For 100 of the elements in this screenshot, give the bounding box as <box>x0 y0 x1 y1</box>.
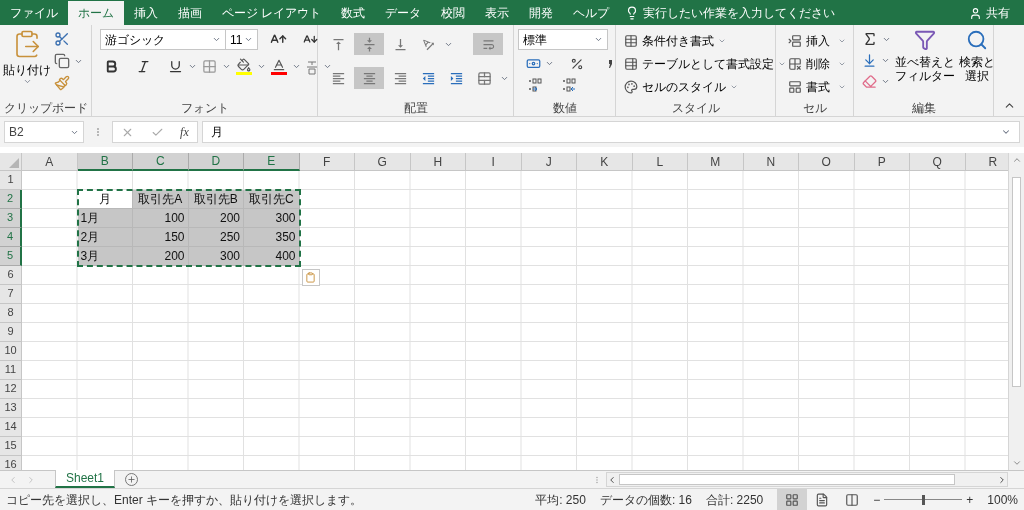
row-header[interactable]: 2 <box>0 190 22 209</box>
font-color-button[interactable] <box>271 58 287 75</box>
font-size-field[interactable]: 11 <box>226 29 258 50</box>
column-header[interactable]: A <box>22 153 78 171</box>
row-header[interactable]: 15 <box>0 437 22 456</box>
style-menu-button[interactable]: テーブルとして書式設定 <box>624 54 786 73</box>
align-center-button[interactable] <box>354 67 384 89</box>
font-name-field[interactable]: 游ゴシック <box>100 29 226 50</box>
scroll-thumb[interactable] <box>619 474 955 485</box>
row-header[interactable]: 14 <box>0 418 22 437</box>
row-header[interactable]: 8 <box>0 304 22 323</box>
row-header[interactable]: 1 <box>0 171 22 190</box>
column-header[interactable]: B <box>77 153 133 171</box>
column-header[interactable]: R <box>965 153 1008 171</box>
zoom-in-button[interactable]: + <box>966 492 974 507</box>
row-header[interactable]: 6 <box>0 266 22 285</box>
wrap-text-button[interactable] <box>473 33 503 55</box>
underline-icon[interactable] <box>168 59 183 74</box>
decrease-decimal-icon[interactable] <box>560 77 578 93</box>
ribbon-tab[interactable]: 数式 <box>331 1 376 25</box>
cut-icon[interactable] <box>54 31 70 47</box>
row-header[interactable]: 16 <box>0 456 22 470</box>
scroll-thumb[interactable] <box>1012 177 1021 387</box>
cells-menu-button[interactable]: 挿入 <box>788 31 846 50</box>
column-header[interactable]: D <box>188 153 244 171</box>
column-header[interactable]: P <box>854 153 910 171</box>
ribbon-tab[interactable]: 校閲 <box>431 1 476 25</box>
tell-me-field[interactable]: 実行したい作業を入力してください <box>625 1 836 25</box>
insert-function-button[interactable]: fx <box>180 125 189 139</box>
zoom-thumb[interactable] <box>922 494 926 505</box>
eraser-icon[interactable] <box>862 74 877 89</box>
vertical-scrollbar[interactable] <box>1008 153 1024 470</box>
ribbon-tab[interactable]: 表示 <box>475 1 520 25</box>
zoom-level[interactable]: 100% <box>987 492 1018 507</box>
percent-icon[interactable] <box>570 56 584 71</box>
sigma-icon[interactable] <box>862 31 878 47</box>
bold-icon[interactable] <box>104 59 119 74</box>
column-header[interactable]: G <box>355 153 411 171</box>
caret-icon[interactable] <box>1001 127 1011 137</box>
caret-icon[interactable] <box>881 56 890 65</box>
column-header[interactable]: M <box>688 153 744 171</box>
view-button[interactable] <box>777 489 808 510</box>
select-all-button[interactable] <box>0 153 22 171</box>
borders-icon[interactable] <box>202 59 217 74</box>
caret-icon[interactable] <box>257 62 266 71</box>
column-header[interactable]: Q <box>910 153 966 171</box>
paste-button[interactable]: 貼り付け <box>4 29 50 99</box>
row-header[interactable]: 7 <box>0 285 22 304</box>
ribbon-tab[interactable]: ヘルプ <box>563 1 620 25</box>
row-header[interactable]: 9 <box>0 323 22 342</box>
align-middle-button[interactable] <box>354 33 384 55</box>
row-header[interactable]: 11 <box>0 361 22 380</box>
caret-icon[interactable] <box>545 59 554 68</box>
caret-icon[interactable] <box>188 62 197 71</box>
caret-icon[interactable] <box>881 77 890 86</box>
zoom-slider[interactable] <box>884 494 963 505</box>
cells-menu-button[interactable]: 削除 <box>788 54 846 73</box>
format-painter-icon[interactable] <box>54 75 70 91</box>
row-header[interactable]: 3 <box>0 209 22 228</box>
cells-menu-button[interactable]: 書式 <box>788 77 846 96</box>
row-header[interactable]: 5 <box>0 247 22 266</box>
ribbon-tab[interactable]: 挿入 <box>124 1 168 25</box>
column-header[interactable]: O <box>799 153 855 171</box>
column-header[interactable]: E <box>244 153 300 171</box>
formula-field[interactable]: 月 <box>202 121 1020 143</box>
row-header[interactable]: 10 <box>0 342 22 361</box>
currency-icon[interactable] <box>526 56 541 71</box>
zoom-out-button[interactable]: − <box>873 492 881 507</box>
ribbon-tab[interactable]: 開発 <box>519 1 564 25</box>
row-header[interactable]: 13 <box>0 399 22 418</box>
column-header[interactable]: C <box>133 153 189 171</box>
ribbon-tab[interactable]: ホーム <box>68 1 124 25</box>
scroll-up-icon[interactable] <box>1011 155 1022 165</box>
sheet-tab[interactable]: Sheet1 <box>55 470 116 488</box>
column-header[interactable]: J <box>521 153 577 171</box>
caret-icon[interactable] <box>244 35 253 44</box>
row-header[interactable]: 12 <box>0 380 22 399</box>
find-select-button[interactable]: 検索と 選択 <box>959 29 995 99</box>
column-header[interactable]: I <box>466 153 522 171</box>
share-button[interactable]: 共有 <box>969 1 1010 25</box>
scroll-right-icon[interactable] <box>997 474 1007 485</box>
ribbon-tab[interactable]: ページ レイアウト <box>212 1 332 25</box>
column-header[interactable]: K <box>577 153 633 171</box>
row-header[interactable]: 4 <box>0 228 22 247</box>
caret-icon[interactable] <box>212 35 221 44</box>
column-header[interactable]: N <box>743 153 799 171</box>
caret-icon[interactable] <box>323 62 332 71</box>
style-menu-button[interactable]: 条件付き書式 <box>624 31 786 50</box>
caret-icon[interactable] <box>594 35 603 44</box>
copy-icon[interactable] <box>54 53 70 69</box>
fill-down-icon[interactable] <box>862 53 877 68</box>
paste-options-button[interactable] <box>301 269 320 286</box>
number-format-field[interactable]: 標準 <box>518 29 608 50</box>
column-header[interactable]: H <box>410 153 466 171</box>
scroll-down-icon[interactable] <box>1011 458 1022 468</box>
column-header[interactable]: F <box>299 153 355 171</box>
name-box[interactable]: B2 <box>4 121 84 143</box>
italic-icon[interactable] <box>136 59 151 74</box>
ribbon-tab[interactable]: ファイル <box>0 1 68 25</box>
caret-icon[interactable] <box>292 62 301 71</box>
